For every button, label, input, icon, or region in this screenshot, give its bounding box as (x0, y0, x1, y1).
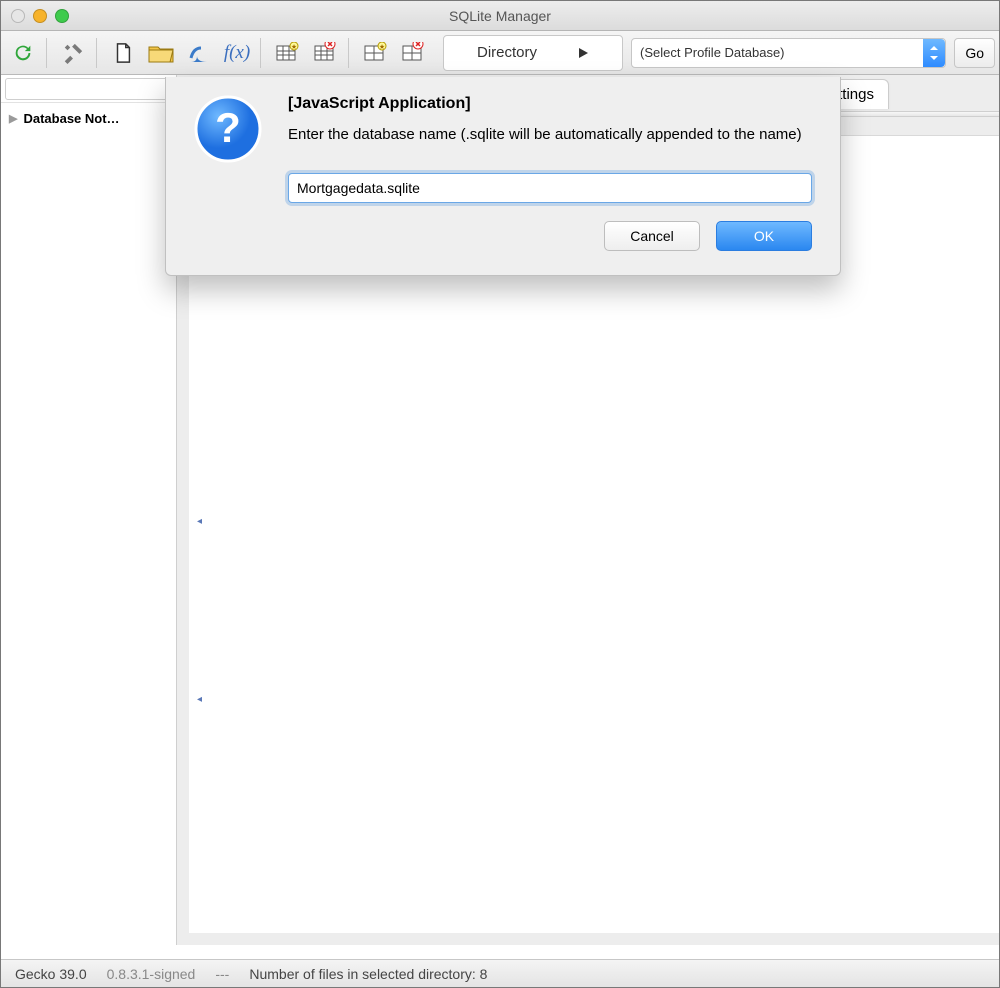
status-dashes: --- (215, 966, 229, 982)
window-titlebar: SQLite Manager (1, 1, 999, 31)
cancel-button[interactable]: Cancel (604, 221, 700, 251)
table-delete-alt-icon[interactable] (395, 35, 431, 71)
ruler-top-icon: ◂ (197, 516, 202, 527)
ruler-bottom-icon: ◂ (197, 694, 202, 705)
function-fx-icon[interactable]: f(x) (219, 35, 255, 71)
status-bar: Gecko 39.0 0.8.3.1-signed --- Number of … (1, 959, 999, 987)
table-delete-icon[interactable] (307, 35, 343, 71)
search-input[interactable] (5, 78, 184, 100)
dialog-title: [JavaScript Application] (288, 95, 812, 113)
tools-icon[interactable] (55, 35, 91, 71)
traffic-lights (11, 9, 69, 23)
directory-button[interactable]: Directory (443, 35, 623, 71)
profile-database-select[interactable]: (Select Profile Database) (631, 38, 946, 68)
svg-text:★: ★ (291, 43, 297, 51)
disclosure-icon: ▶ (9, 112, 17, 125)
sidebar-search (1, 75, 176, 103)
status-gecko: Gecko 39.0 (15, 966, 87, 982)
function-f-icon[interactable] (181, 35, 217, 71)
svg-text:?: ? (215, 104, 241, 151)
js-prompt-dialog: ? [JavaScript Application] Enter the dat… (165, 77, 841, 276)
refresh-icon[interactable] (5, 35, 41, 71)
sidebar-item-label: Database Not… (23, 111, 119, 126)
table-new-alt-icon[interactable]: ★ (357, 35, 393, 71)
sidebar-item-database[interactable]: ▶ Database Not… (1, 103, 176, 134)
open-folder-icon[interactable] (143, 35, 179, 71)
svg-text:★: ★ (379, 43, 385, 51)
select-handle-icon (923, 39, 945, 67)
go-button[interactable]: Go (954, 38, 995, 68)
dialog-message: Enter the database name (.sqlite will be… (288, 125, 812, 145)
play-icon (577, 47, 589, 59)
minimize-window-button[interactable] (33, 9, 47, 23)
table-new-icon[interactable]: ★ (269, 35, 305, 71)
ok-button[interactable]: OK (716, 221, 812, 251)
maximize-window-button[interactable] (55, 9, 69, 23)
directory-label: Directory (477, 44, 537, 61)
window-title: SQLite Manager (449, 8, 551, 24)
question-icon: ? (194, 95, 262, 163)
database-name-input[interactable] (288, 173, 812, 203)
sidebar: ▶ Database Not… (1, 75, 177, 945)
toolbar: f(x) ★ ★ Directory (Select Profile Datab… (1, 31, 999, 75)
close-window-button[interactable] (11, 9, 25, 23)
status-version: 0.8.3.1-signed (107, 966, 196, 982)
status-file-count: Number of files in selected directory: 8 (249, 966, 487, 982)
select-value: (Select Profile Database) (640, 45, 785, 60)
new-file-icon[interactable] (105, 35, 141, 71)
